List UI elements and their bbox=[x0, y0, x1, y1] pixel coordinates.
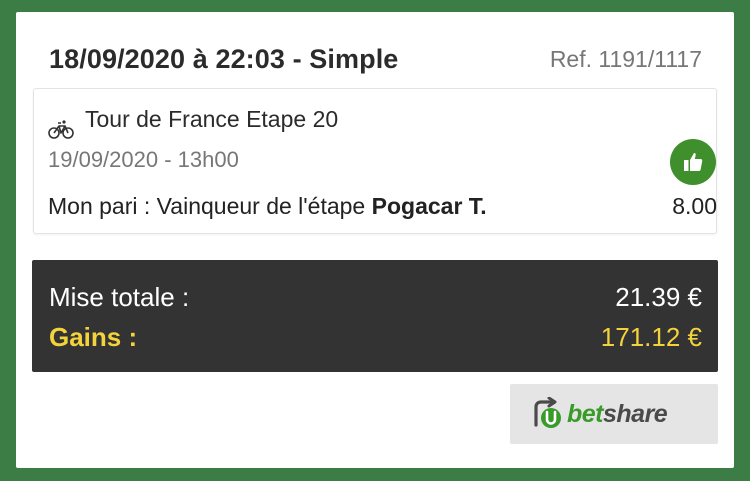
gains-label: Gains : bbox=[49, 322, 138, 352]
event-name: Tour de France Etape 20 bbox=[85, 106, 339, 132]
bet-ticket-card: 18/09/2020 à 22:03 - Simple Ref. 1191/11… bbox=[16, 12, 734, 468]
betshare-label: betshare bbox=[567, 400, 668, 429]
bet-description: Mon pari : Vainqueur de l'étape Pogacar … bbox=[48, 193, 487, 220]
betshare-label-bet: bet bbox=[567, 400, 604, 428]
bet-market: Mon pari : Vainqueur de l'étape bbox=[48, 193, 372, 219]
bet-pick: Pogacar T. bbox=[371, 193, 487, 219]
betshare-button[interactable]: betshare bbox=[510, 384, 718, 444]
gains-value: 171.12 € bbox=[600, 322, 702, 352]
stake-value: 21.39 € bbox=[615, 282, 702, 312]
event-date: 19/09/2020 - 13h00 bbox=[48, 147, 239, 172]
bet-summary: Mise totale : 21.39 € Gains : 171.12 € bbox=[32, 260, 718, 372]
ticket-title: 18/09/2020 à 22:03 - Simple bbox=[49, 44, 399, 74]
stake-label: Mise totale : bbox=[49, 282, 190, 312]
ticket-header: 18/09/2020 à 22:03 - Simple Ref. 1191/11… bbox=[16, 12, 734, 88]
thumbs-up-icon bbox=[670, 139, 716, 185]
bicycle-icon bbox=[48, 120, 74, 139]
ticket-reference: Ref. 1191/1117 bbox=[549, 46, 702, 72]
betshare-label-share: share bbox=[603, 400, 668, 428]
bet-odds: 8.00 bbox=[672, 193, 717, 219]
bet-selection: Tour de France Etape 20 19/09/2020 - 13h… bbox=[33, 88, 717, 234]
betshare-logo-icon bbox=[534, 397, 561, 428]
